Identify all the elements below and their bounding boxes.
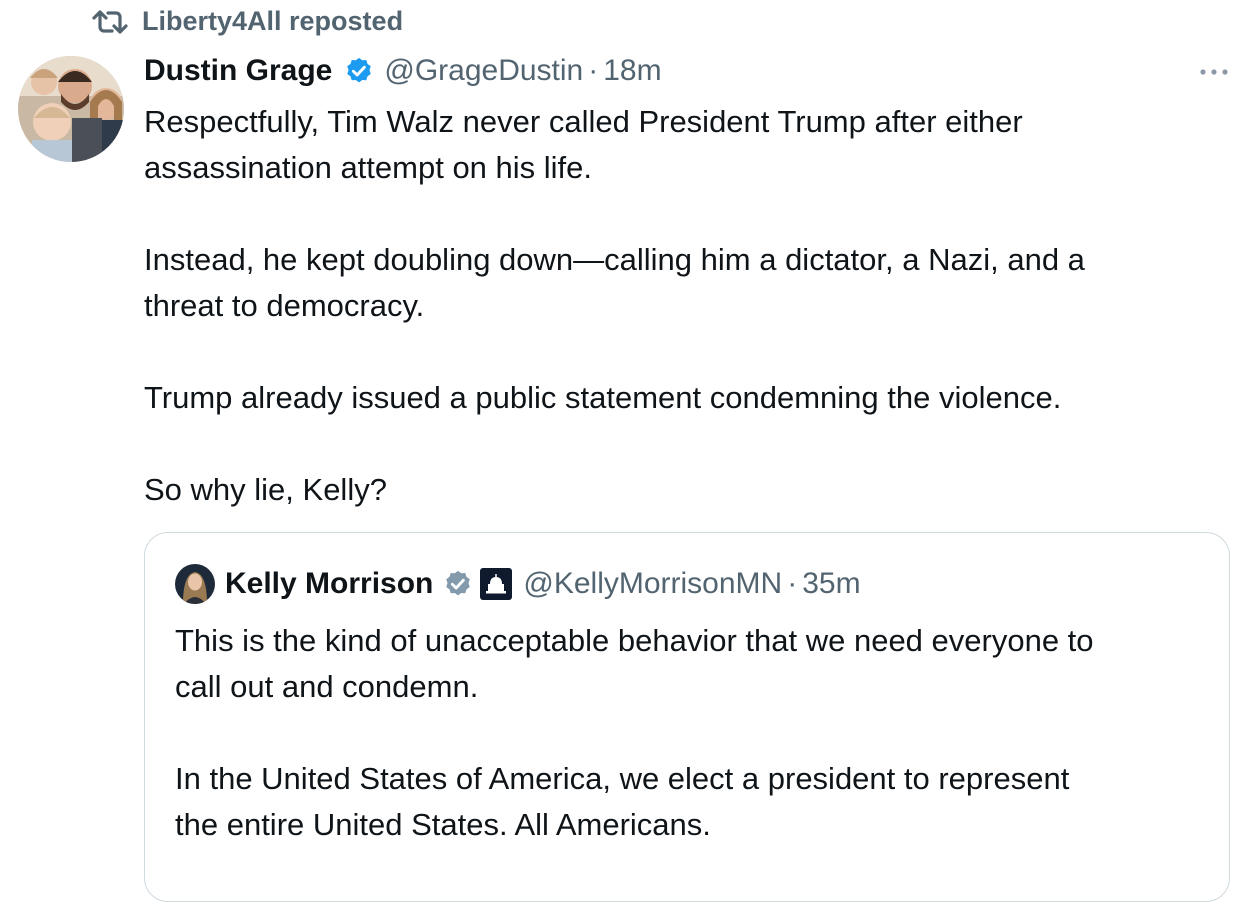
author-name[interactable]: Dustin Grage bbox=[144, 50, 332, 92]
tweet-timestamp[interactable]: 18m bbox=[603, 50, 661, 92]
quoted-tweet-timestamp[interactable]: 35m bbox=[802, 563, 860, 605]
author-handle[interactable]: @GrageDustin bbox=[384, 50, 583, 92]
family-photo bbox=[18, 56, 124, 162]
quoted-author-avatar bbox=[175, 564, 215, 604]
repost-indicator[interactable]: Liberty4All reposted bbox=[92, 6, 403, 37]
separator-dot: · bbox=[787, 567, 798, 600]
quoted-tweet-header: Kelly Morrison @KellyMorrisonMN · 35m bbox=[175, 563, 861, 605]
verified-badge-icon[interactable] bbox=[344, 56, 374, 86]
quoted-author-handle[interactable]: @KellyMorrisonMN bbox=[523, 563, 782, 605]
separator-dot: · bbox=[588, 54, 599, 87]
author-avatar[interactable] bbox=[18, 56, 124, 162]
tweet-text: Respectfully, Tim Walz never called Pres… bbox=[144, 104, 1085, 507]
tweet-header: Dustin Grage @GrageDustin · 18m bbox=[144, 50, 662, 92]
repost-icon bbox=[92, 9, 128, 34]
repost-text[interactable]: Liberty4All reposted bbox=[142, 6, 403, 37]
verified-badge-icon[interactable] bbox=[443, 569, 473, 599]
quoted-tweet-card[interactable]: Kelly Morrison @KellyMorrisonMN · 35m Th… bbox=[144, 532, 1230, 902]
quoted-tweet-text: This is the kind of unacceptable behavio… bbox=[175, 623, 1094, 842]
portrait-photo bbox=[175, 564, 215, 604]
capitol-affiliate-badge-icon[interactable] bbox=[479, 567, 513, 601]
quoted-author-name[interactable]: Kelly Morrison bbox=[225, 563, 433, 605]
more-options-icon[interactable] bbox=[1196, 58, 1232, 86]
